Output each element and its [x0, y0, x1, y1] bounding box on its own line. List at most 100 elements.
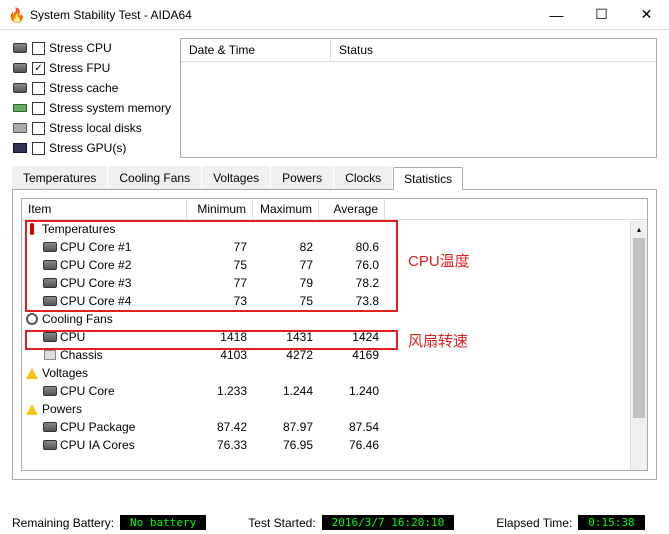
row-avg: 76.46 [319, 438, 385, 452]
elapsed-value: 0:15:38 [578, 515, 644, 530]
stats-group[interactable]: Voltages [22, 364, 647, 382]
warn-icon [24, 401, 40, 417]
gpu-icon [12, 140, 28, 156]
row-min: 77 [187, 240, 253, 254]
row-label: CPU Package [60, 420, 135, 434]
battery-value: No battery [120, 515, 206, 530]
row-label: CPU Core #4 [60, 294, 131, 308]
stress-checkbox[interactable] [32, 102, 45, 115]
stats-group[interactable]: Temperatures [22, 220, 647, 238]
row-max: 1431 [253, 330, 319, 344]
tab-temperatures[interactable]: Temperatures [12, 166, 107, 189]
tab-voltages[interactable]: Voltages [202, 166, 270, 189]
row-avg: 1424 [319, 330, 385, 344]
close-button[interactable]: ✕ [624, 0, 669, 30]
row-max: 76.95 [253, 438, 319, 452]
app-icon: 🔥 [8, 7, 24, 23]
col-average[interactable]: Average [319, 199, 385, 219]
row-label: CPU [60, 330, 85, 344]
col-maximum[interactable]: Maximum [253, 199, 319, 219]
stress-item: Stress CPU [12, 38, 172, 58]
row-label: Chassis [60, 348, 103, 362]
stats-row[interactable]: Chassis410342724169 [22, 346, 647, 364]
log-col-datetime[interactable]: Date & Time [181, 39, 331, 61]
row-max: 75 [253, 294, 319, 308]
stress-label: Stress system memory [49, 101, 171, 115]
vertical-scrollbar[interactable]: ▴ [630, 221, 647, 470]
row-avg: 4169 [319, 348, 385, 362]
scroll-thumb[interactable] [633, 238, 645, 418]
fan-icon [24, 311, 40, 327]
box-icon [42, 347, 58, 363]
started-value: 2016/3/7 16:20:10 [322, 515, 455, 530]
row-avg: 78.2 [319, 276, 385, 290]
row-min: 75 [187, 258, 253, 272]
stats-row[interactable]: CPU IA Cores76.3376.9576.46 [22, 436, 647, 454]
log-panel: Date & Time Status [180, 38, 657, 158]
stress-checkbox[interactable] [32, 122, 45, 135]
stress-label: Stress FPU [49, 61, 110, 75]
stats-row[interactable]: CPU Package87.4287.9787.54 [22, 418, 647, 436]
chip-icon [12, 80, 28, 96]
tab-clocks[interactable]: Clocks [334, 166, 392, 189]
stress-label: Stress CPU [49, 41, 112, 55]
minimize-button[interactable]: — [534, 0, 579, 30]
stats-row[interactable]: CPU 141814311424 [22, 328, 647, 346]
disk-icon [12, 120, 28, 136]
col-minimum[interactable]: Minimum [187, 199, 253, 219]
row-label: CPU Core #3 [60, 276, 131, 290]
annotation-label-temp: CPU温度 [408, 250, 470, 271]
stats-header: Item Minimum Maximum Average [22, 199, 647, 220]
chip-icon [42, 329, 58, 345]
window-title: System Stability Test - AIDA64 [30, 8, 534, 22]
stress-label: Stress local disks [49, 121, 142, 135]
battery-label: Remaining Battery: [12, 516, 114, 530]
chip-icon [42, 293, 58, 309]
group-label: Cooling Fans [42, 312, 113, 326]
chip-icon [12, 60, 28, 76]
warn-icon [24, 365, 40, 381]
chip-icon [42, 257, 58, 273]
log-col-status[interactable]: Status [331, 39, 381, 61]
row-avg: 1.240 [319, 384, 385, 398]
stats-body: TemperaturesCPU Core #1778280.6 CPU Core … [22, 220, 647, 469]
stats-row[interactable]: CPU Core1.2331.2441.240 [22, 382, 647, 400]
row-min: 87.42 [187, 420, 253, 434]
tab-statistics[interactable]: Statistics [393, 167, 463, 190]
chip-icon [42, 383, 58, 399]
stats-group[interactable]: Cooling Fans [22, 310, 647, 328]
stats-row[interactable]: CPU Core #4737573.8 [22, 292, 647, 310]
statusbar: Remaining Battery: No battery Test Start… [0, 511, 669, 534]
stats-row[interactable]: CPU Core #2757776.0 [22, 256, 647, 274]
therm-icon [24, 221, 40, 237]
stress-label: Stress GPU(s) [49, 141, 126, 155]
scroll-up-button[interactable]: ▴ [631, 221, 647, 238]
stress-options: Stress CPUStress FPUStress cacheStress s… [12, 38, 172, 158]
stress-checkbox[interactable] [32, 42, 45, 55]
started-label: Test Started: [248, 516, 315, 530]
stats-row[interactable]: CPU Core #3777978.2 [22, 274, 647, 292]
row-max: 1.244 [253, 384, 319, 398]
stress-checkbox[interactable] [32, 62, 45, 75]
row-label: CPU Core #2 [60, 258, 131, 272]
stress-checkbox[interactable] [32, 82, 45, 95]
stress-checkbox[interactable] [32, 142, 45, 155]
row-avg: 76.0 [319, 258, 385, 272]
stress-item: Stress FPU [12, 58, 172, 78]
tab-powers[interactable]: Powers [271, 166, 333, 189]
row-min: 1418 [187, 330, 253, 344]
group-label: Powers [42, 402, 82, 416]
tab-cooling-fans[interactable]: Cooling Fans [108, 166, 201, 189]
row-avg: 80.6 [319, 240, 385, 254]
stats-row[interactable]: CPU Core #1778280.6 [22, 238, 647, 256]
row-avg: 73.8 [319, 294, 385, 308]
tab-strip: TemperaturesCooling FansVoltagesPowersCl… [12, 166, 657, 190]
chip-icon [42, 437, 58, 453]
row-min: 77 [187, 276, 253, 290]
stress-item: Stress GPU(s) [12, 138, 172, 158]
maximize-button[interactable]: ☐ [579, 0, 624, 30]
col-item[interactable]: Item [22, 199, 187, 219]
stats-group[interactable]: Powers [22, 400, 647, 418]
titlebar: 🔥 System Stability Test - AIDA64 — ☐ ✕ [0, 0, 669, 30]
row-max: 87.97 [253, 420, 319, 434]
